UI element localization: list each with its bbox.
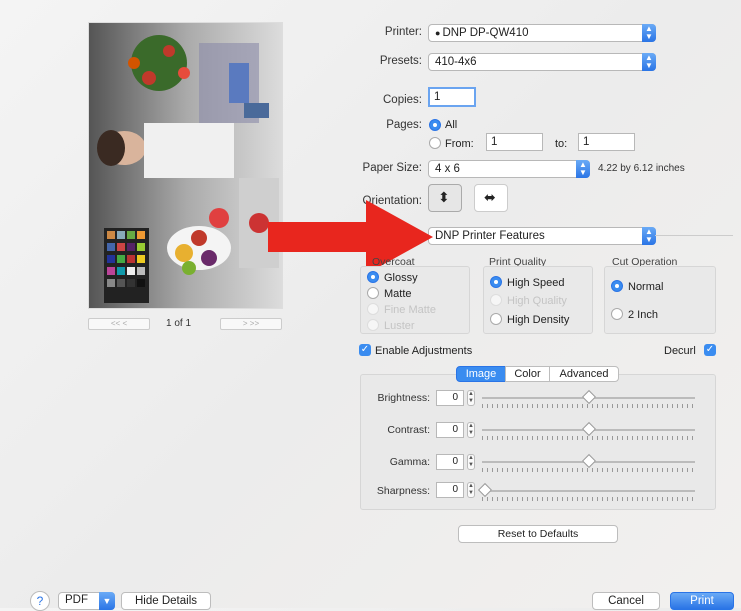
copies-label: Copies:: [383, 94, 422, 106]
sharpness-field[interactable]: 0: [436, 482, 464, 498]
section-divider: [655, 235, 733, 236]
sharpness-label: Sharpness:: [376, 485, 430, 497]
page-nav-next[interactable]: > >>: [220, 318, 282, 330]
gamma-ticks: [482, 468, 695, 472]
contrast-stepper[interactable]: ▲ ▼: [467, 422, 475, 438]
brightness-ticks: [482, 404, 695, 408]
pdf-menu-button[interactable]: PDF ▼: [58, 592, 115, 610]
gamma-stepper[interactable]: ▲ ▼: [467, 454, 475, 470]
section-popup[interactable]: DNP Printer Features ▲ ▼: [428, 227, 656, 245]
pages-all-label: All: [445, 119, 458, 131]
quality-high-speed-radio[interactable]: [490, 276, 502, 288]
presets-label: Presets:: [379, 55, 422, 67]
brightness-field[interactable]: 0: [436, 390, 464, 406]
overcoat-fine-matte-label: Fine Matte: [384, 304, 436, 316]
contrast-ticks: [482, 436, 695, 440]
print-button[interactable]: Print: [670, 592, 734, 610]
gamma-label: Gamma:: [389, 456, 430, 468]
overcoat-luster-label: Luster: [384, 320, 415, 332]
landscape-icon: ⬌: [484, 189, 496, 205]
printer-label: Printer:: [384, 26, 422, 38]
pages-from-label: From:: [445, 138, 474, 150]
pages-to-label: to:: [555, 138, 568, 150]
sharpness-slider[interactable]: [482, 490, 695, 492]
print-preview: [88, 22, 283, 309]
help-button[interactable]: ?: [30, 591, 50, 611]
paper-dimensions: 4.22 by 6.12 inches: [598, 163, 685, 174]
cancel-button[interactable]: Cancel: [592, 592, 660, 610]
cut-2inch-radio[interactable]: [611, 308, 623, 320]
sharpness-stepper[interactable]: ▲ ▼: [467, 482, 475, 498]
contrast-label: Contrast:: [387, 424, 430, 436]
pages-label: Pages:: [386, 119, 422, 131]
chevron-down-icon: ▼: [99, 592, 115, 610]
sharpness-ticks: [482, 497, 695, 501]
page-indicator: 1 of 1: [166, 318, 192, 329]
enable-adjustments-checkbox[interactable]: ✓: [359, 344, 371, 356]
overcoat-matte-label: Matte: [384, 288, 412, 300]
brightness-label: Brightness:: [377, 392, 430, 404]
reset-defaults-button[interactable]: Reset to Defaults: [458, 525, 618, 543]
section-value: DNP Printer Features: [435, 230, 545, 242]
decurl-label: Decurl: [664, 345, 696, 357]
cut-normal-radio[interactable]: [611, 280, 623, 292]
contrast-field[interactable]: 0: [436, 422, 464, 438]
printer-popup[interactable]: ● DNP DP-QW410 ▲ ▼: [428, 24, 656, 42]
quality-high-quality-label: High Quality: [507, 295, 567, 307]
gamma-field[interactable]: 0: [436, 454, 464, 470]
page-nav-prev[interactable]: << <: [88, 318, 150, 330]
overcoat-luster-radio[interactable]: [367, 319, 379, 331]
pages-to-field[interactable]: 1: [578, 133, 635, 151]
quality-high-density-label: High Density: [507, 314, 570, 326]
pdf-label: PDF: [65, 594, 88, 606]
cut-normal-label: Normal: [628, 281, 664, 293]
enable-adjustments-label: Enable Adjustments: [375, 345, 473, 357]
chevron-updown-icon: ▲ ▼: [576, 160, 590, 178]
copies-field[interactable]: 1: [428, 87, 476, 107]
cut-operation-group: [604, 266, 716, 334]
brightness-stepper[interactable]: ▲ ▼: [467, 390, 475, 406]
pages-all-radio[interactable]: [429, 119, 441, 131]
cut-2inch-label: 2 Inch: [628, 309, 658, 321]
presets-value: 410-4x6: [435, 56, 477, 68]
printer-status-icon: ●: [435, 28, 441, 38]
orientation-landscape-button[interactable]: ⬌: [474, 184, 508, 212]
quality-high-speed-label: High Speed: [507, 277, 565, 289]
quality-high-density-radio[interactable]: [490, 313, 502, 325]
preview-photo: [89, 23, 282, 308]
overcoat-glossy-label: Glossy: [384, 272, 418, 284]
chevron-updown-icon: ▲ ▼: [642, 227, 656, 245]
portrait-icon: ⬍: [438, 189, 450, 205]
chevron-updown-icon: ▲ ▼: [642, 24, 656, 42]
paper-size-value: 4 x 6: [435, 163, 460, 175]
presets-popup[interactable]: 410-4x6 ▲ ▼: [428, 53, 656, 71]
tab-image[interactable]: Image: [456, 366, 506, 382]
chevron-updown-icon: ▲ ▼: [642, 53, 656, 71]
paper-size-label: Paper Size:: [362, 162, 422, 174]
decurl-checkbox[interactable]: ✓: [704, 344, 716, 356]
overcoat-fine-matte-radio[interactable]: [367, 303, 379, 315]
pages-from-radio[interactable]: [429, 137, 441, 149]
overcoat-glossy-radio[interactable]: [367, 271, 379, 283]
hide-details-button[interactable]: Hide Details: [121, 592, 211, 610]
pages-from-field[interactable]: 1: [486, 133, 543, 151]
quality-high-quality-radio[interactable]: [490, 294, 502, 306]
paper-size-popup[interactable]: 4 x 6 ▲ ▼: [428, 160, 590, 178]
overcoat-matte-radio[interactable]: [367, 287, 379, 299]
tab-color[interactable]: Color: [505, 366, 550, 382]
printer-value: DNP DP-QW410: [442, 27, 529, 39]
tab-advanced[interactable]: Advanced: [549, 366, 619, 382]
